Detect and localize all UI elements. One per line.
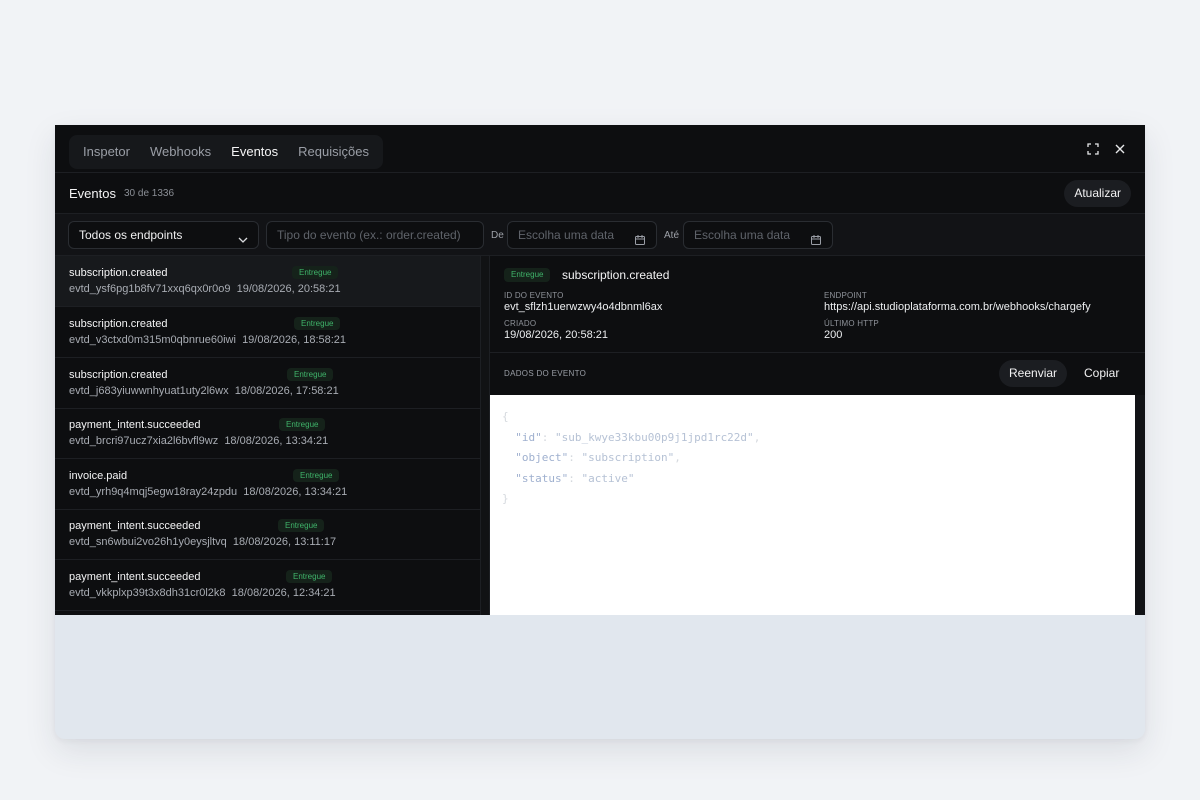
http-label: ÚLTIMO HTTP [824,319,879,328]
status-badge: Entregue [287,368,334,381]
event-id-label: ID DO EVENTO [504,291,564,300]
tab-group: Inspetor Webhooks Eventos Requisições [69,135,383,169]
to-label: Até [664,230,680,241]
endpoint-select-value: Todos os endpoints [79,228,183,242]
close-icon[interactable] [1113,142,1127,156]
copy-button[interactable]: Copiar [1074,360,1129,387]
event-meta: evtd_j683yiuwwnhyuat1uty2l6wx 18/08/2026… [69,385,339,397]
tab-inspetor[interactable]: Inspetor [73,135,140,169]
event-meta: evtd_v3ctxd0m315m0qbnrue60iwi 19/08/2026… [69,334,347,346]
calendar-icon [810,229,822,255]
section-label: DADOS DO EVENTO [504,369,587,378]
list-item[interactable]: invoice.paid Entregue evtd_yrh9q4mqj5egw… [55,459,480,510]
json-line-object: "object": "subscription", [515,451,681,464]
inspector-card: Inspetor Webhooks Eventos Requisições Ev… [55,125,1145,739]
expand-icon[interactable] [1086,142,1100,156]
endpoint-select[interactable]: Todos os endpoints [68,221,259,249]
events-panel: Inspetor Webhooks Eventos Requisições Ev… [55,125,1145,615]
from-date-placeholder: Escolha uma data [518,228,615,242]
detail-header: Entregue subscription.created ID DO EVEN… [490,256,1145,353]
status-badge: Entregue [293,469,340,482]
event-meta: evtd_brcri97ucz7xia2l6bvfl9wz 18/08/2026… [69,435,329,447]
endpoint-label: ENDPOINT [824,291,867,300]
json-close: } [502,492,509,505]
filter-bar: Todos os endpoints Tipo do evento (ex.: … [55,214,1145,256]
event-name: payment_intent.succeeded [69,419,201,431]
status-badge: Entregue [286,570,333,583]
chevron-down-icon [237,229,249,255]
list-item[interactable]: payment_intent.succeeded Entregue evtd_s… [55,509,480,560]
event-name: payment_intent.succeeded [69,571,201,583]
tab-requisicoes[interactable]: Requisições [288,135,379,169]
payload-code: { "id": "sub_kwye33kbu00p9j1jpd1rc22d", … [490,395,1135,615]
created-value: 19/08/2026, 20:58:21 [504,329,608,341]
status-badge: Entregue [504,268,551,282]
json-open: { [502,410,509,423]
event-name: subscription.created [69,369,168,381]
event-id-value: evt_sflzh1uerwzwy4o4dbnml6ax [504,301,663,313]
endpoint-value: https://api.studioplataforma.com.br/webh… [824,301,1091,313]
event-meta: evtd_sn6wbui2vo26h1y0eysjltvq 18/08/2026… [69,536,337,548]
json-line-id: "id": "sub_kwye33kbu00p9j1jpd1rc22d", [515,430,761,444]
http-value: 200 [824,329,843,341]
event-list: subscription.created Entregue evtd_ysf6p… [55,256,481,615]
list-item[interactable]: subscription.created Entregue evtd_ysf6p… [55,256,480,307]
page-title: Eventos [69,186,116,201]
event-name: invoice.paid [69,470,128,482]
payload-toolbar: DADOS DO EVENTO Reenviar Copiar [490,353,1145,395]
calendar-icon [634,229,646,255]
event-meta: evtd_vkkplxp39t3x8dh31cr0l2k8 18/08/2026… [69,587,336,599]
list-item[interactable]: subscription.created Entregue evtd_j683y… [55,358,480,409]
event-type-input[interactable]: Tipo do evento (ex.: order.created) [266,221,484,249]
event-count: 30 de 1336 [124,188,175,199]
resend-button[interactable]: Reenviar [999,360,1068,387]
event-meta: evtd_ysf6pg1b8fv71xxq6qx0r0o9 19/08/2026… [69,283,341,295]
status-badge: Entregue [294,317,341,330]
event-name: subscription.created [69,318,168,330]
from-date-input[interactable]: Escolha uma data [507,221,657,249]
events-header: Eventos 30 de 1336 Atualizar [55,173,1145,214]
json-line-status: "status": "active" [515,471,635,485]
created-label: CRIADO [504,319,537,328]
list-item[interactable]: payment_intent.succeeded Entregue evtd_b… [55,408,480,459]
payload-scrollbar[interactable] [1135,395,1145,615]
event-name: payment_intent.succeeded [69,520,201,532]
refresh-button[interactable]: Atualizar [1064,180,1131,207]
tab-webhooks[interactable]: Webhooks [140,135,221,169]
list-scrollbar[interactable] [481,256,490,615]
event-detail: Entregue subscription.created ID DO EVEN… [490,256,1145,615]
list-item[interactable]: payment_intent.succeeded Entregue evtd_v… [55,560,480,611]
status-badge: Entregue [292,266,339,279]
event-name: subscription.created [69,267,168,279]
event-meta: evtd_yrh9q4mqj5egw18ray24zpdu 18/08/2026… [69,486,348,498]
from-label: De [491,230,504,241]
detail-title: subscription.created [562,268,670,282]
status-badge: Entregue [278,519,325,532]
top-bar: Inspetor Webhooks Eventos Requisições [55,125,1145,173]
to-date-input[interactable]: Escolha uma data [683,221,833,249]
list-item[interactable]: subscription.created Entregue evtd_v3ctx… [55,307,480,358]
to-date-placeholder: Escolha uma data [694,228,791,242]
tab-eventos[interactable]: Eventos [221,135,288,169]
status-badge: Entregue [279,418,326,431]
